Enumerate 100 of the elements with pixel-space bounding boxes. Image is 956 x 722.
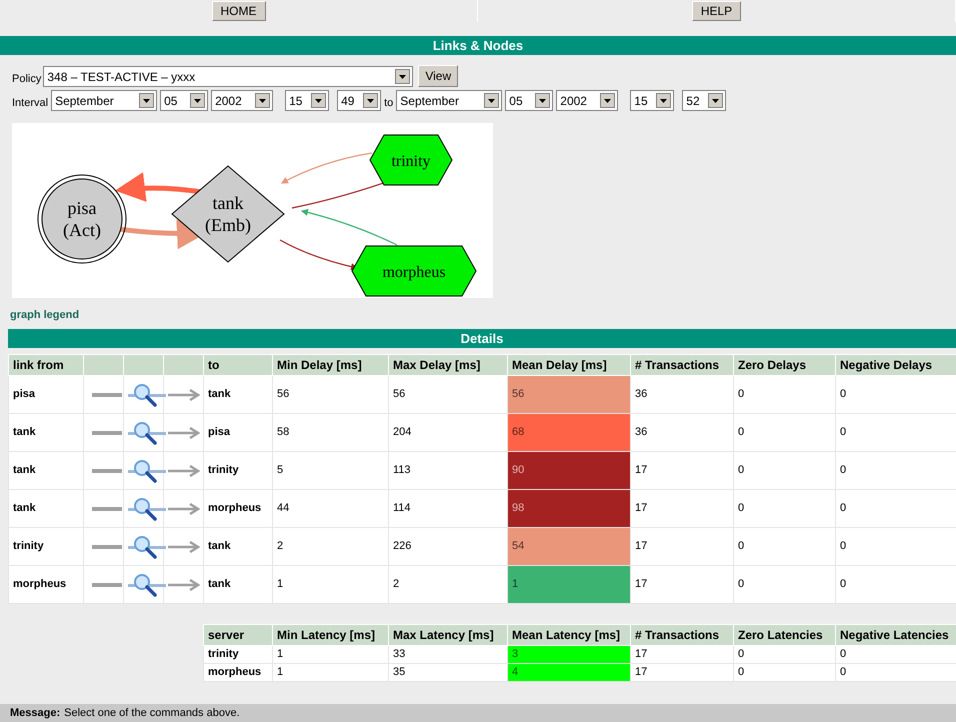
table-cell: 0 bbox=[738, 502, 744, 514]
table-cell: 0 bbox=[840, 666, 846, 678]
table-cell: 5 bbox=[277, 464, 284, 476]
date-select[interactable]: 52 bbox=[682, 90, 726, 111]
node-label: (Emb) bbox=[205, 215, 251, 235]
table-cell: trinity bbox=[13, 540, 44, 552]
message-text: Select one of the commands above. bbox=[64, 706, 240, 721]
table-cell: 0 bbox=[738, 540, 744, 552]
table-cell: 1 bbox=[277, 578, 284, 590]
table-cell: tank bbox=[13, 502, 36, 514]
table-cell: 0 bbox=[738, 464, 744, 476]
column-header: to bbox=[208, 358, 220, 372]
table-cell: 0 bbox=[840, 464, 846, 476]
table-cell: 56 bbox=[393, 388, 406, 400]
date-select[interactable]: 15 bbox=[630, 90, 674, 111]
column-header: Min Latency [ms] bbox=[277, 628, 376, 642]
table-cell: 17 bbox=[635, 464, 648, 476]
table-cell: pisa bbox=[208, 426, 230, 438]
table-cell: 1 bbox=[277, 648, 284, 660]
table-cell: 58 bbox=[277, 426, 290, 438]
table-cell: 17 bbox=[635, 578, 648, 590]
column-header: link from bbox=[13, 358, 64, 372]
table-cell: 0 bbox=[738, 426, 744, 438]
table-cell: 0 bbox=[840, 540, 846, 552]
arrow-icon bbox=[168, 540, 200, 552]
mean-delay-cell: 90 bbox=[508, 452, 630, 490]
node-label: morpheus bbox=[382, 264, 446, 281]
table-cell: 2 bbox=[277, 540, 284, 552]
date-select[interactable]: 15 bbox=[285, 90, 330, 111]
table-cell: trinity bbox=[208, 464, 239, 476]
select-value: 05 bbox=[164, 92, 178, 110]
to-label: to bbox=[384, 96, 394, 110]
column-header: # Transactions bbox=[635, 358, 720, 372]
mean-latency-cell: 3 bbox=[508, 646, 630, 664]
policy-select[interactable]: 348 – TEST-ACTIVE – yxxx bbox=[43, 66, 414, 87]
node-label: (Act) bbox=[63, 220, 101, 240]
date-select[interactable]: 2002 bbox=[211, 90, 274, 111]
date-select[interactable]: September bbox=[51, 90, 158, 111]
interval-label: Interval bbox=[12, 96, 48, 110]
table-cell: 0 bbox=[840, 502, 846, 514]
table-cell: 0 bbox=[738, 578, 744, 590]
table-cell: 17 bbox=[635, 648, 648, 660]
select-value: 2002 bbox=[215, 92, 242, 110]
table-cell: 1 bbox=[277, 666, 284, 678]
select-value: 05 bbox=[509, 92, 523, 110]
select-value: 49 bbox=[341, 92, 354, 110]
node-label: tank bbox=[212, 193, 244, 213]
table-cell: 0 bbox=[840, 648, 846, 660]
section-header: Links & Nodes bbox=[0, 36, 956, 55]
arrow-icon bbox=[168, 426, 200, 438]
table-cell: 114 bbox=[393, 502, 411, 514]
mean-delay-cell: 68 bbox=[508, 414, 630, 452]
mean-delay-cell: 1 bbox=[508, 566, 630, 604]
arrow-icon bbox=[168, 388, 200, 400]
table-cell: 204 bbox=[393, 426, 412, 438]
table-cell: 17 bbox=[635, 502, 648, 514]
column-header: Min Delay [ms] bbox=[277, 358, 362, 372]
table-cell: 36 bbox=[635, 426, 648, 438]
table-cell: 33 bbox=[393, 648, 406, 660]
column-header: Mean Delay [ms] bbox=[512, 358, 607, 372]
column-header: Mean Latency [ms] bbox=[512, 628, 620, 642]
table-cell: tank bbox=[208, 540, 231, 552]
table-cell: 36 bbox=[635, 388, 648, 400]
date-select[interactable]: 05 bbox=[160, 90, 208, 111]
node-label: trinity bbox=[391, 153, 431, 170]
table-cell: tank bbox=[13, 426, 36, 438]
select-value: 52 bbox=[686, 92, 700, 110]
table-cell: 0 bbox=[840, 426, 846, 438]
date-select[interactable]: 05 bbox=[505, 90, 554, 111]
select-value: 348 – TEST-ACTIVE – yxxx bbox=[47, 68, 196, 86]
mean-delay-cell: 98 bbox=[508, 490, 630, 528]
select-value: September bbox=[55, 92, 114, 110]
column-header: Zero Latencies bbox=[738, 628, 823, 642]
nav-button[interactable]: HOME bbox=[212, 1, 266, 21]
nav-button[interactable]: HELP bbox=[692, 1, 742, 21]
table-cell: 56 bbox=[277, 388, 290, 400]
table-cell: 226 bbox=[393, 540, 412, 552]
column-header: Max Latency [ms] bbox=[393, 628, 494, 642]
arrow-icon bbox=[168, 578, 200, 590]
date-select[interactable]: 49 bbox=[337, 90, 382, 111]
table-cell: tank bbox=[13, 464, 36, 476]
mean-latency-cell: 4 bbox=[508, 664, 630, 682]
table-cell: 44 bbox=[277, 502, 290, 514]
table-cell: morpheus bbox=[13, 578, 66, 590]
select-value: 15 bbox=[634, 92, 648, 110]
table-cell: morpheus bbox=[208, 502, 262, 514]
column-header: Max Delay [ms] bbox=[393, 358, 480, 372]
graph-legend-link[interactable]: graph legend bbox=[10, 306, 80, 324]
column-header: Zero Delays bbox=[738, 358, 806, 372]
column-header: # Transactions bbox=[635, 628, 720, 642]
view-button[interactable]: View bbox=[418, 65, 458, 87]
date-select[interactable]: September bbox=[396, 90, 502, 111]
section-header: Details bbox=[8, 329, 956, 348]
date-select[interactable]: 2002 bbox=[556, 90, 618, 111]
table-cell: 2 bbox=[393, 578, 400, 590]
policy-label: Policy bbox=[12, 72, 42, 86]
table-cell: morpheus bbox=[208, 666, 262, 678]
arrow-icon bbox=[168, 502, 200, 514]
table-cell: 113 bbox=[393, 464, 411, 476]
node-label: pisa bbox=[68, 198, 96, 218]
